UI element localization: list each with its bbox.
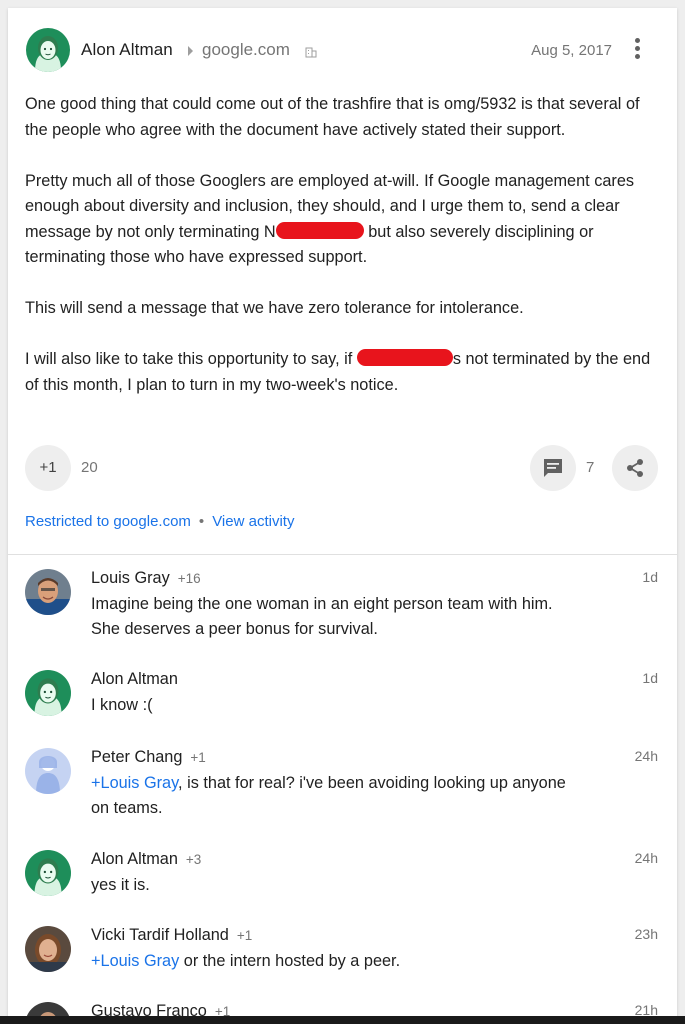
post-header: Alon Altman google.com Aug 5, 2017: [8, 8, 677, 88]
post-date[interactable]: Aug 5, 2017: [531, 42, 612, 59]
post-body: One good thing that could come out of th…: [25, 92, 655, 424]
comment-time[interactable]: 1d: [642, 670, 658, 686]
post-paragraph-3: This will send a message that we have ze…: [25, 299, 524, 317]
post-paragraph-4: I will also like to take this opportunit…: [25, 347, 655, 398]
author-name[interactable]: Alon Altman: [81, 40, 173, 60]
share-button[interactable]: [612, 445, 658, 491]
comment-plus-count: +1: [190, 750, 206, 765]
comment-text: +Louis Gray or the intern hosted by a pe…: [91, 952, 401, 970]
comment-plus-count: +16: [177, 571, 201, 586]
separator-dot: •: [198, 513, 205, 530]
comment-time[interactable]: 24h: [635, 748, 658, 764]
comment-time[interactable]: 24h: [635, 850, 658, 866]
comment-plus-count: +3: [185, 852, 202, 867]
commenter-name[interactable]: Peter Chang +1: [91, 748, 206, 767]
comment-text: yes it is.: [91, 876, 150, 894]
more-vert-icon[interactable]: [632, 38, 642, 62]
arrow-right-icon: [188, 46, 193, 56]
author-avatar[interactable]: [26, 28, 70, 72]
bottom-strip: [0, 1016, 685, 1024]
divider: [8, 554, 677, 555]
p4-before: I will also like to take this opportunit…: [25, 350, 357, 368]
commenter-avatar[interactable]: [25, 670, 71, 716]
commenter-name[interactable]: Alon Altman: [91, 670, 186, 689]
post-actions: +1 20 7: [8, 445, 677, 493]
building-icon: [305, 45, 317, 58]
comment-count: 7: [586, 459, 595, 476]
commenter-name[interactable]: Vicki Tardif Holland +1: [91, 926, 252, 945]
plus-one-count[interactable]: 20: [81, 459, 98, 476]
commenter-avatar[interactable]: [25, 569, 71, 615]
post-paragraph-2: Pretty much all of those Googlers are em…: [25, 169, 655, 271]
post-domain[interactable]: google.com: [202, 40, 290, 60]
commenter-avatar[interactable]: [25, 850, 71, 896]
comment-plus-count: +1: [236, 928, 253, 943]
comment-text: +Louis Gray, is that for real? i've been…: [91, 774, 566, 817]
mention-link[interactable]: +Louis Gray: [91, 952, 179, 970]
commenter-name[interactable]: Alon Altman +3: [91, 850, 201, 869]
restricted-link[interactable]: Restricted to google.com: [25, 513, 191, 530]
mention-link[interactable]: +Louis Gray: [91, 774, 178, 792]
share-icon: [627, 459, 643, 477]
visibility-row: Restricted to google.com • View activity: [25, 513, 294, 530]
comment-time[interactable]: 1d: [642, 569, 658, 585]
commenter-avatar[interactable]: [25, 748, 71, 794]
post-card: Alon Altman google.com Aug 5, 2017 One g…: [8, 8, 677, 1024]
comment-icon: [544, 459, 562, 477]
commenter-name[interactable]: Louis Gray +16: [91, 569, 201, 588]
post-paragraph-1: One good thing that could come out of th…: [25, 95, 640, 139]
comment-text: Imagine being the one woman in an eight …: [91, 595, 553, 638]
plus-one-button[interactable]: +1: [25, 445, 71, 491]
redaction-mark: [356, 349, 453, 366]
comment-time[interactable]: 23h: [635, 926, 658, 942]
comment-text: I know :(: [91, 696, 153, 714]
redaction-mark: [275, 221, 364, 239]
view-activity-link[interactable]: View activity: [212, 513, 294, 530]
commenter-avatar[interactable]: [25, 926, 71, 972]
comment-button[interactable]: [530, 445, 576, 491]
